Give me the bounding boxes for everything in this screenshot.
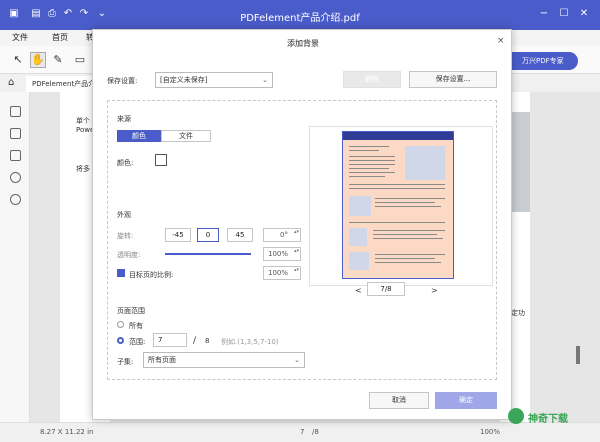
- subset-select[interactable]: 所有页面 ⌄: [143, 352, 305, 368]
- home-icon[interactable]: ⌂: [8, 77, 14, 88]
- chevron-down-icon: ⌄: [262, 76, 268, 84]
- rotate-positive-button[interactable]: 45: [227, 228, 253, 242]
- cancel-button[interactable]: 取消: [369, 392, 429, 409]
- settings-select[interactable]: [自定义未保存] ⌄: [155, 72, 273, 88]
- settings-label: 保存设置:: [107, 77, 138, 85]
- preview-prev-button[interactable]: <: [355, 286, 362, 295]
- search-icon[interactable]: [10, 194, 21, 205]
- edit-icon[interactable]: ✎: [50, 52, 66, 68]
- subset-value: 所有页面: [148, 356, 176, 364]
- menu-file[interactable]: 文件: [12, 32, 28, 43]
- range-hint: 例如.(1,3,5,7-10): [221, 338, 279, 346]
- status-bar: 8.27 X 11.22 in 7 /8 100%: [0, 422, 600, 442]
- hand-tool-icon[interactable]: ✋: [30, 52, 46, 68]
- window-title: PDFelement产品介绍.pdf: [240, 13, 360, 24]
- chevron-down-icon: ⌄: [294, 356, 300, 364]
- minimize-icon[interactable]: −: [538, 8, 550, 20]
- ok-button[interactable]: 确定: [435, 392, 497, 409]
- title-bar: ▣ ▤ ⎙ ↶ ↷ ⌄ PDFelement产品介绍.pdf − ☐ ✕: [0, 0, 600, 30]
- comment-icon[interactable]: [10, 150, 21, 161]
- scale-checkbox[interactable]: [117, 269, 125, 277]
- page-range-heading: 页面范围: [117, 307, 145, 315]
- save-settings-button[interactable]: 保存设置...: [409, 71, 497, 88]
- opacity-label: 透明度:: [117, 251, 141, 259]
- preview-page-total: /8: [384, 285, 392, 293]
- add-background-dialog: 添加背景 × 保存设置: [自定义未保存] ⌄ 删除 保存设置... 来源 颜色…: [92, 29, 512, 420]
- color-swatch[interactable]: [155, 154, 167, 166]
- source-heading: 来源: [117, 115, 131, 123]
- preview-panel: [309, 126, 493, 286]
- preview-page-input[interactable]: 7/8: [367, 282, 405, 296]
- tab-file[interactable]: 文件: [161, 130, 211, 142]
- scale-input[interactable]: 100%: [263, 266, 301, 280]
- scale-label: 目标页的比例:: [129, 271, 174, 279]
- image-icon[interactable]: ▭: [72, 52, 88, 68]
- status-page-number[interactable]: 7: [300, 428, 304, 436]
- brand-watermark: 神奇下载: [528, 414, 568, 425]
- status-page-total: /8: [312, 428, 319, 436]
- dialog-title: 添加背景: [287, 39, 319, 48]
- range-separator: /: [193, 336, 197, 346]
- opacity-input[interactable]: 100%: [263, 247, 301, 261]
- preview-next-button[interactable]: >: [431, 286, 438, 295]
- tab-color[interactable]: 颜色: [117, 130, 161, 142]
- doc-text: 将多: [76, 165, 90, 173]
- select-cursor-icon[interactable]: ↖: [10, 52, 26, 68]
- promo-label: 万兴PDF专家: [522, 57, 564, 65]
- range-total: 8: [205, 337, 210, 345]
- close-window-icon[interactable]: ✕: [578, 8, 590, 20]
- brand-logo-icon: [508, 408, 524, 424]
- rotate-zero-button[interactable]: 0: [197, 228, 219, 242]
- opacity-slider[interactable]: [165, 253, 251, 255]
- close-icon[interactable]: ×: [497, 36, 505, 46]
- left-sidebar: [0, 92, 30, 422]
- page-thumbnail-icon[interactable]: [10, 106, 21, 117]
- menu-home[interactable]: 首页: [52, 32, 68, 43]
- subset-label: 子集:: [117, 358, 134, 366]
- maximize-icon[interactable]: ☐: [558, 8, 570, 20]
- zoom-level[interactable]: 100%: [480, 428, 500, 436]
- doc-text: 单个: [76, 117, 90, 125]
- color-label: 颜色:: [117, 159, 134, 167]
- doc-image: [510, 112, 530, 212]
- scrollbar-thumb[interactable]: [576, 346, 580, 364]
- range-from-input[interactable]: 7: [153, 333, 187, 347]
- rotation-label: 旋转:: [117, 232, 134, 240]
- attachment-icon[interactable]: [10, 172, 21, 183]
- settings-value: [自定义未保存]: [160, 76, 208, 84]
- preview-page: [342, 131, 454, 279]
- radio-all-label: 所有: [129, 322, 143, 330]
- preview-header: [343, 132, 453, 140]
- tab-document[interactable]: PDFelement产品介...: [26, 76, 92, 92]
- radio-range-label: 范围:: [129, 338, 146, 346]
- radio-range[interactable]: [117, 337, 124, 344]
- bookmark-icon[interactable]: [10, 128, 21, 139]
- rotate-negative-button[interactable]: -45: [165, 228, 191, 242]
- delete-button[interactable]: 删除: [343, 71, 401, 88]
- page-size: 8.27 X 11.22 in: [40, 428, 94, 436]
- rotation-input[interactable]: 0°: [263, 228, 301, 242]
- radio-all[interactable]: [117, 321, 124, 328]
- promo-button[interactable]: 万兴PDF专家: [504, 52, 578, 70]
- appearance-heading: 外观: [117, 211, 131, 219]
